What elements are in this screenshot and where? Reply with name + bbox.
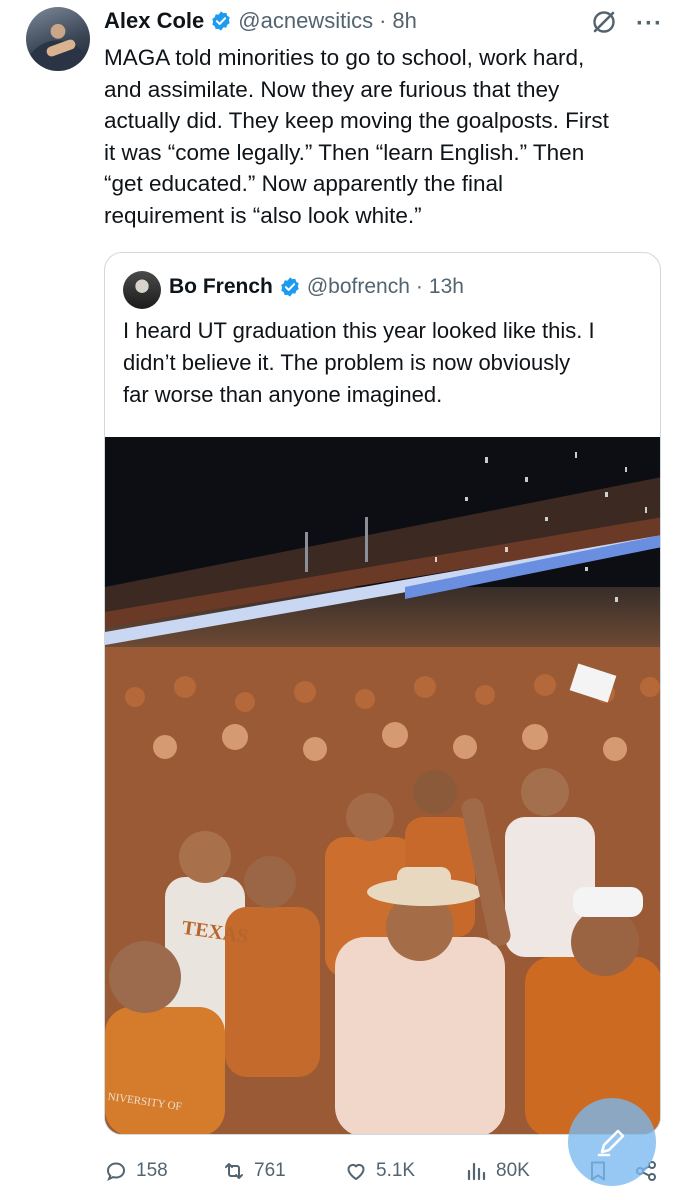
post-text: MAGA told minorities to go to school, wo… xyxy=(104,42,664,231)
heart-icon xyxy=(347,1163,365,1180)
tweet-header: Alex Cole @acnewsitics · 8h xyxy=(104,6,417,36)
reply-count: 158 xyxy=(136,1160,168,1181)
quoted-text: I heard UT graduation this year looked l… xyxy=(123,315,643,411)
post-text-line: it was “come legally.” Then “learn Engli… xyxy=(104,139,585,165)
stadium-crowd-image[interactable]: TEXAS NIVERSITY OF xyxy=(105,437,660,1134)
quoted-time[interactable]: 13h xyxy=(429,275,464,299)
like-button[interactable]: 5.1K xyxy=(344,1159,415,1183)
quoted-text-line: I heard UT graduation this year looked l… xyxy=(123,318,595,343)
separator-dot: · xyxy=(415,275,423,298)
quoted-text-line: didn’t believe it. The problem is now ob… xyxy=(123,350,571,375)
views-button[interactable]: 80K xyxy=(464,1159,530,1183)
quoted-author-avatar[interactable] xyxy=(123,271,161,309)
post-text-line: and assimilate. Now they are furious tha… xyxy=(104,76,560,102)
author-avatar[interactable] xyxy=(26,7,90,71)
compose-icon xyxy=(597,1129,625,1157)
quoted-header: Bo French @bofrench · 13h xyxy=(169,275,464,299)
post-time[interactable]: 8h xyxy=(392,8,416,34)
repost-count: 761 xyxy=(254,1160,286,1181)
tweet: Alex Cole @acnewsitics · 8h ··· MAGA tol… xyxy=(0,0,688,1200)
post-text-line: MAGA told minorities to go to school, wo… xyxy=(104,45,585,70)
views-icon xyxy=(467,1162,486,1181)
verified-badge-icon xyxy=(281,277,299,297)
compose-button[interactable] xyxy=(568,1098,656,1186)
repost-button[interactable]: 761 xyxy=(222,1159,286,1183)
quoted-post[interactable]: Bo French @bofrench · 13h I heard UT gra… xyxy=(104,252,661,1135)
reply-button[interactable]: 158 xyxy=(104,1159,168,1183)
more-icon[interactable]: ··· xyxy=(636,10,663,38)
post-text-line: actually did. They keep moving the goalp… xyxy=(104,108,609,133)
quoted-text-line: far worse than anyone imagined. xyxy=(123,382,443,407)
author-name[interactable]: Alex Cole xyxy=(104,8,204,34)
reply-icon xyxy=(106,1162,126,1181)
grok-icon[interactable] xyxy=(590,8,618,36)
separator-dot: · xyxy=(379,8,387,33)
views-count: 80K xyxy=(496,1160,530,1181)
verified-badge-icon xyxy=(212,11,230,31)
repost-icon xyxy=(225,1163,243,1179)
post-text-line: requirement is “also look white.” xyxy=(104,202,422,228)
crowd-photo-illustration: TEXAS NIVERSITY OF xyxy=(105,437,660,1134)
author-handle[interactable]: @acnewsitics xyxy=(238,8,373,34)
quoted-author-name[interactable]: Bo French xyxy=(169,275,273,299)
quoted-author-handle[interactable]: @bofrench xyxy=(307,275,410,299)
post-text-line: “get educated.” Now apparently the final xyxy=(104,171,503,196)
like-count: 5.1K xyxy=(376,1160,416,1181)
